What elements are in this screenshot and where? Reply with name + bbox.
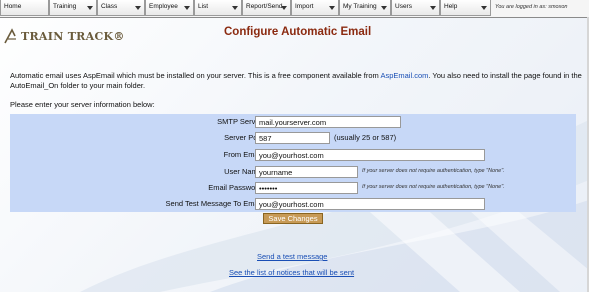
- intro-text: Automatic email uses AspEmail which must…: [10, 71, 582, 90]
- password-input[interactable]: [255, 182, 358, 194]
- menu-report-send[interactable]: Report/Send: [242, 0, 291, 16]
- chevron-down-icon: [135, 6, 141, 10]
- username-row: User Name If your server does not requir…: [10, 165, 576, 178]
- menu-training[interactable]: Training: [49, 0, 97, 16]
- server-info-prompt: Please enter your server information bel…: [10, 100, 155, 109]
- port-row: Server Port (usually 25 or 587): [10, 131, 576, 144]
- password-label: Email Password: [208, 183, 262, 192]
- aspemail-link[interactable]: AspEmail.com: [380, 71, 428, 80]
- username-input[interactable]: [255, 166, 358, 178]
- logo: TRAIN TRACK®: [4, 26, 125, 46]
- menu-class[interactable]: Class: [97, 0, 145, 16]
- password-row: Email Password If your server does not r…: [10, 181, 576, 194]
- logo-text: TRAIN TRACK®: [21, 29, 125, 43]
- chevron-down-icon: [329, 6, 335, 10]
- menu-my-training[interactable]: My Training: [339, 0, 391, 16]
- send-test-message-link[interactable]: Send a test message: [257, 252, 327, 261]
- top-menu-bar: Home Training Class Employee List Report…: [0, 0, 589, 18]
- menu-import[interactable]: Import: [291, 0, 339, 16]
- port-note: (usually 25 or 587): [334, 133, 397, 142]
- email-settings-form: SMTP Server Server Port (usually 25 or 5…: [10, 114, 576, 212]
- smtp-row: SMTP Server: [10, 115, 576, 128]
- chevron-down-icon: [184, 6, 190, 10]
- chevron-down-icon: [481, 6, 487, 10]
- menu-home[interactable]: Home: [0, 0, 49, 16]
- test-email-input[interactable]: [255, 198, 485, 210]
- from-email-input[interactable]: [255, 149, 485, 161]
- from-row: From Email: [10, 148, 576, 161]
- test-email-label: Send Test Message To Email: [165, 199, 262, 208]
- server-port-input[interactable]: [255, 132, 330, 144]
- notices-list-link[interactable]: See the list of notices that will be sen…: [229, 268, 354, 277]
- menu-users[interactable]: Users: [391, 0, 440, 16]
- triangle-logo-icon: [4, 28, 16, 44]
- chevron-down-icon: [87, 6, 93, 10]
- logged-in-status: You are logged in as: smoxon: [495, 4, 568, 10]
- chevron-down-icon: [430, 6, 436, 10]
- menu-help[interactable]: Help: [440, 0, 491, 16]
- smtp-server-input[interactable]: [255, 116, 401, 128]
- save-changes-button[interactable]: Save Changes: [263, 213, 323, 224]
- password-hint: If your server does not require authenti…: [362, 184, 505, 190]
- chevron-down-icon: [381, 6, 387, 10]
- username-hint: If your server does not require authenti…: [362, 168, 505, 174]
- page-title: Configure Automatic Email: [224, 26, 372, 38]
- chevron-down-icon: [281, 6, 287, 10]
- chevron-down-icon: [232, 6, 238, 10]
- menu-list[interactable]: List: [194, 0, 242, 16]
- test-email-row: Send Test Message To Email: [10, 197, 576, 210]
- menu-employee[interactable]: Employee: [145, 0, 194, 16]
